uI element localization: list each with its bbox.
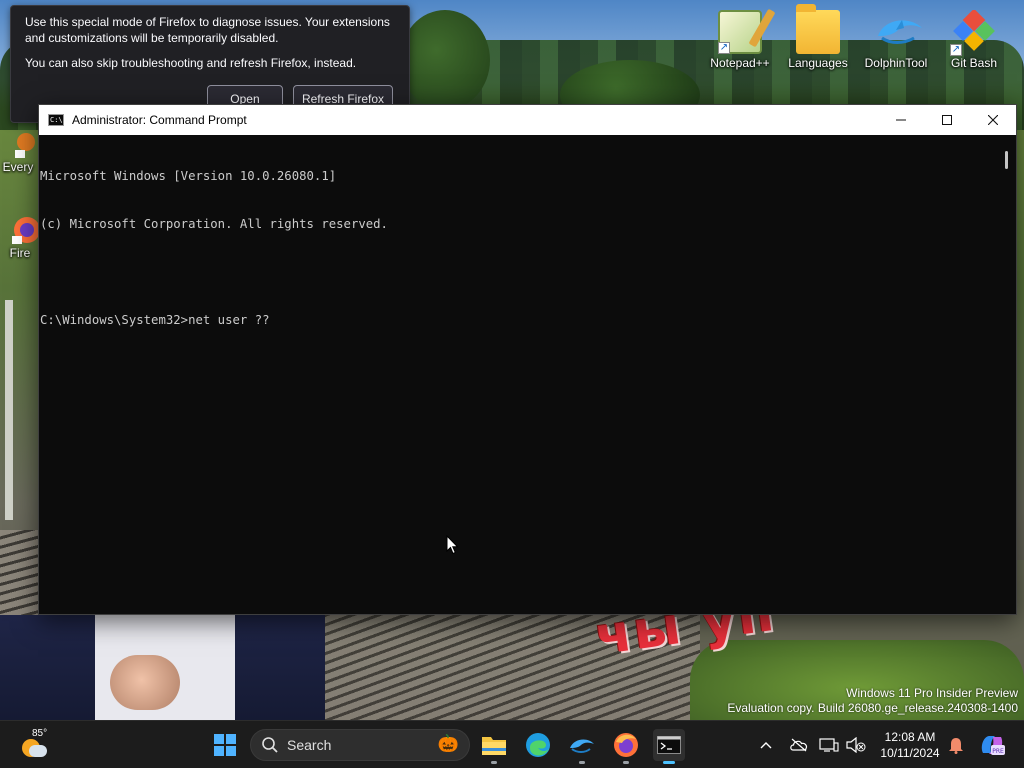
taskbar-search[interactable]: Search 🎃 [250, 729, 470, 761]
wallpaper-tree [400, 10, 490, 110]
chevron-up-icon [760, 742, 772, 749]
clock-time: 12:08 AM [884, 730, 936, 744]
onedrive-offline-icon [790, 738, 808, 752]
desktop-icon-label: Fire [9, 246, 31, 260]
windows-watermark: Windows 11 Pro Insider Preview Evaluatio… [727, 686, 1018, 716]
desktop-icon-git-bash[interactable]: ↗ Git Bash [938, 4, 1010, 70]
search-icon [262, 737, 278, 753]
copilot-button[interactable]: PRE [978, 729, 1006, 761]
git-bash-icon: ↗ [950, 8, 996, 56]
scrollbar-thumb[interactable] [1005, 151, 1008, 169]
file-explorer-icon [482, 737, 506, 755]
minimize-button[interactable] [878, 105, 924, 135]
window-titlebar[interactable]: C:\ Administrator: Command Prompt [39, 105, 1016, 135]
volume-tray[interactable] [845, 729, 867, 761]
taskbar-clock[interactable]: 12:08 AM 10/11/2024 [872, 729, 948, 761]
window-title: Administrator: Command Prompt [72, 113, 247, 127]
firefox-icon [614, 733, 638, 757]
desktop-icon-label: Languages [788, 56, 848, 70]
desktop-icon-notepad-plus-plus[interactable]: ↗ Notepad++ [704, 4, 776, 70]
console-line: (c) Microsoft Corporation. All rights re… [40, 217, 388, 231]
taskbar-file-explorer[interactable] [478, 729, 510, 764]
dialog-message: You can also skip troubleshooting and re… [25, 56, 357, 70]
watermark-edition: Windows 11 Pro Insider Preview [846, 686, 1018, 700]
taskbar-dolphin[interactable] [566, 729, 598, 764]
start-button[interactable] [209, 729, 241, 761]
desktop-icon-label: Git Bash [950, 56, 998, 70]
dialog-message: Use this special mode of Firefox to diag… [25, 15, 390, 45]
notepad-plus-plus-icon: ↗ [718, 10, 762, 54]
console-output[interactable]: Microsoft Windows [Version 10.0.26080.1]… [39, 135, 1016, 614]
network-icon [819, 738, 839, 752]
notifications-button[interactable] [946, 729, 966, 761]
minimize-icon [896, 119, 906, 121]
desktop-icon-languages[interactable]: Languages [782, 4, 854, 70]
console-prompt-line: C:\Windows\System32>net user ?? [40, 313, 270, 327]
taskbar-terminal[interactable] [653, 729, 685, 764]
desktop-icon-firefox[interactable]: Fire [0, 236, 42, 302]
volume-muted-icon [846, 737, 866, 753]
close-icon [988, 115, 998, 125]
display-tray[interactable] [818, 729, 840, 761]
watermark-build: Evaluation copy. Build 26080.ge_release.… [727, 701, 1018, 715]
mouse-pointer-icon [446, 535, 459, 555]
weather-temperature: 85° [32, 728, 48, 739]
weather-cloud-icon [29, 745, 47, 757]
cmd-app-icon: C:\ [48, 114, 64, 126]
weather-widget[interactable]: 85° [20, 728, 60, 761]
clock-date: 10/11/2024 [880, 746, 940, 760]
desktop-icon-label: Notepad++ [710, 56, 770, 70]
taskbar: 85° Search 🎃 12:08 AM 10/11/2024 PRE [0, 720, 1024, 768]
onedrive-tray[interactable] [788, 729, 810, 761]
maximize-button[interactable] [924, 105, 970, 135]
windows-logo-icon [214, 734, 236, 756]
halloween-pumpkin-icon: 🎃 [437, 734, 459, 753]
dolphin-icon [570, 739, 594, 753]
wallpaper-pole [5, 300, 13, 520]
wallpaper-hands [110, 655, 180, 710]
show-hidden-icons-button[interactable] [756, 729, 776, 761]
folder-icon [796, 4, 840, 54]
terminal-icon [657, 736, 681, 754]
maximize-icon [942, 115, 952, 125]
desktop-icon-everything[interactable]: Every [0, 150, 42, 216]
bell-icon [949, 738, 963, 754]
edge-icon [526, 733, 550, 757]
command-prompt-window[interactable]: C:\ Administrator: Command Prompt Micros… [38, 104, 1017, 615]
taskbar-firefox[interactable] [610, 729, 642, 764]
desktop-icon-label: DolphinTool [864, 56, 928, 70]
search-label: Search [287, 737, 332, 753]
dolphin-icon [874, 10, 922, 54]
console-line: Microsoft Windows [Version 10.0.26080.1] [40, 169, 337, 183]
desktop-icon-dolphintool[interactable]: DolphinTool [860, 4, 932, 70]
svg-text:PRE: PRE [992, 748, 1004, 755]
desktop-icon-label: Every [2, 160, 34, 174]
copilot-icon: PRE [981, 736, 1005, 755]
close-button[interactable] [970, 105, 1016, 135]
taskbar-edge[interactable] [522, 729, 554, 761]
